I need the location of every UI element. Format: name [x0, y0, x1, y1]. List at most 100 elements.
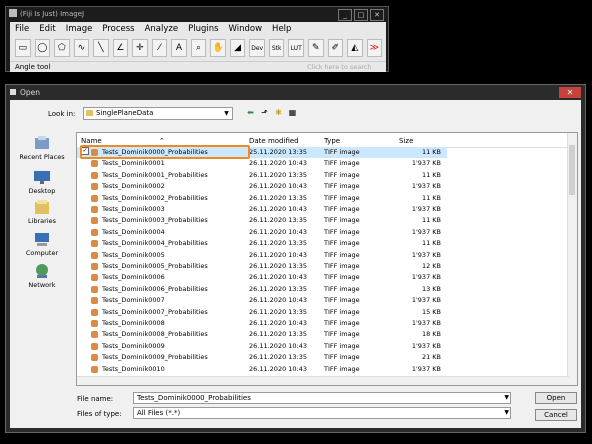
file-row[interactable]: Tests_Dominik0006_Probabilities 26.11.202…	[77, 284, 447, 295]
vertical-scrollbar[interactable]	[567, 133, 577, 385]
place-computer[interactable]: Computer	[14, 231, 70, 257]
file-row[interactable]: Tests_Dominik0009 26.11.2020 10:43 TIFF im…	[77, 341, 447, 352]
look-in-dropdown[interactable]: SinglePlaneData ▼	[83, 107, 233, 120]
menu-file[interactable]: File	[15, 24, 29, 34]
file-date: 26.11.2020 13:35	[249, 216, 308, 225]
back-arrow-icon[interactable]: ⬅	[246, 108, 255, 117]
chevron-down-icon[interactable]: ▼	[504, 393, 509, 403]
file-row[interactable]: Tests_Dominik0001_Probabilities 26.11.202…	[77, 170, 447, 181]
dev-tool[interactable]: Dev	[249, 39, 265, 57]
new-folder-icon[interactable]: ✱	[274, 108, 283, 117]
file-name-input[interactable]: Tests_Dominik0000_Probabilities ▼	[133, 392, 511, 404]
polygon-tool[interactable]: ⬠	[54, 39, 70, 57]
file-row[interactable]: Tests_Dominik0007_Probabilities 26.11.202…	[77, 307, 447, 318]
file-date: 26.11.2020 10:43	[249, 319, 308, 327]
minimize-button[interactable]: _	[338, 9, 352, 21]
file-date: 26.11.2020 13:35	[249, 262, 308, 270]
menu-analyze[interactable]: Analyze	[145, 24, 179, 34]
desktop-icon	[34, 171, 50, 184]
menu-process[interactable]: Process	[102, 24, 134, 34]
file-row[interactable]: Tests_Dominik0003_Probabilities 26.11.202…	[77, 215, 447, 226]
tiff-file-icon	[91, 194, 98, 202]
hand-tool[interactable]: ✋	[210, 39, 226, 57]
open-dialog-body: Look in: SinglePlaneData ▼ ⬅ ⬏ ✱ ▦ Recen…	[10, 100, 581, 428]
open-button[interactable]: Open	[535, 392, 577, 404]
dialog-close-button[interactable]: ✕	[559, 87, 581, 98]
column-name[interactable]: Name	[81, 137, 102, 145]
place-libraries[interactable]: Libraries	[14, 199, 70, 225]
file-type: TIFF image	[324, 353, 360, 362]
place-desktop[interactable]: Desktop	[14, 169, 70, 195]
tiff-file-icon	[91, 171, 98, 179]
angle-tool[interactable]: ∠	[112, 39, 129, 57]
cancel-button[interactable]: Cancel	[535, 409, 577, 421]
file-date: 26.11.2020 10:43	[249, 296, 308, 305]
file-row[interactable]: Tests_Dominik0004_Probabilities 26.11.202…	[77, 238, 447, 249]
pencil-tool[interactable]: ✐	[327, 39, 344, 57]
place-label: Libraries	[27, 217, 57, 225]
menu-window[interactable]: Window	[229, 24, 263, 34]
place-label: Network	[28, 281, 56, 289]
maximize-button[interactable]: □	[354, 9, 368, 21]
freehand-tool[interactable]: ∿	[73, 39, 90, 57]
file-row[interactable]: Tests_Dominik0001 26.11.2020 10:43 TIFF im…	[77, 158, 447, 169]
magnifier-tool[interactable]: ⌕	[190, 39, 207, 57]
file-type: TIFF image	[324, 170, 360, 179]
file-size: 11 KB	[421, 239, 441, 248]
place-recent-places[interactable]: Recent Places	[14, 135, 70, 161]
more-tools[interactable]: ≫	[366, 39, 383, 57]
file-type-select[interactable]: All Files (*.*) ▼	[133, 407, 511, 419]
chevron-down-icon[interactable]: ▼	[504, 408, 509, 418]
file-row[interactable]: Tests_Dominik0010 26.11.2020 10:43 TIFF im…	[77, 364, 447, 375]
file-row[interactable]: Tests_Dominik0006 26.11.2020 10:43 TIFF im…	[77, 272, 447, 283]
up-folder-icon[interactable]: ⬏	[260, 108, 269, 117]
chevron-down-icon[interactable]: ▼	[222, 109, 231, 118]
file-row[interactable]: Tests_Dominik0008 26.11.2020 10:43 TIFF im…	[77, 318, 447, 329]
file-row[interactable]: Tests_Dominik0009_Probabilities 26.11.202…	[77, 352, 447, 363]
menu-image[interactable]: Image	[66, 24, 93, 34]
view-menu-icon[interactable]: ▦	[288, 108, 297, 117]
file-row[interactable]: Tests_Dominik0004 26.11.2020 10:43 TIFF im…	[77, 227, 447, 238]
close-button[interactable]: ✕	[370, 9, 384, 21]
rectangle-tool[interactable]: ▭	[15, 39, 31, 57]
file-row[interactable]: Tests_Dominik0003 26.11.2020 10:43 TIFF im…	[77, 204, 447, 215]
file-row[interactable]: Tests_Dominik0002 26.11.2020 10:43 TIFF im…	[77, 181, 447, 192]
column-size[interactable]: Size	[399, 137, 413, 145]
file-type: TIFF image	[324, 319, 360, 327]
file-row[interactable]: Tests_Dominik0005 26.11.2020 10:43 TIFF im…	[77, 250, 447, 261]
file-list: Name ⌃ Date modified Type Size ✓ Tests_Do…	[76, 132, 578, 386]
search-field[interactable]: Click here to search	[307, 62, 385, 72]
tiff-file-icon	[91, 228, 98, 236]
folder-icon	[86, 110, 93, 116]
file-size: 11 KB	[421, 148, 441, 156]
flood-fill-tool[interactable]: ◭	[347, 39, 363, 57]
menu-help[interactable]: Help	[272, 24, 291, 34]
place-network[interactable]: Network	[14, 263, 70, 289]
wand-tool[interactable]: ⁄	[151, 39, 168, 57]
file-row[interactable]: Tests_Dominik0002_Probabilities 26.11.202…	[77, 193, 447, 204]
libraries-icon	[35, 200, 49, 214]
file-name: Tests_Dominik0005_Probabilities	[102, 262, 208, 270]
file-row[interactable]: Tests_Dominik0007 26.11.2020 10:43 TIFF im…	[77, 295, 447, 306]
line-tool[interactable]: ╲	[93, 39, 109, 57]
file-row[interactable]: Tests_Dominik0005_Probabilities 26.11.202…	[77, 261, 447, 272]
color-picker-tool[interactable]: ◢	[229, 39, 246, 57]
lut-tool[interactable]: LUT	[288, 39, 304, 57]
file-type: TIFF image	[324, 364, 360, 373]
menu-plugins[interactable]: Plugins	[188, 24, 218, 34]
file-row[interactable]: Tests_Dominik0008_Probabilities 26.11.202…	[77, 329, 447, 340]
point-tool[interactable]: ✛	[132, 39, 148, 57]
horizontal-scrollbar[interactable]	[77, 376, 569, 385]
column-date-modified[interactable]: Date modified	[249, 137, 299, 145]
stk-tool[interactable]: Stk	[268, 39, 285, 57]
text-tool[interactable]: A	[171, 39, 187, 57]
menu-edit[interactable]: Edit	[39, 24, 55, 34]
tiff-file-icon	[91, 354, 98, 362]
file-date: 26.11.2020 10:43	[249, 341, 308, 350]
file-size: 1'937 KB	[411, 296, 441, 305]
column-type[interactable]: Type	[324, 137, 340, 145]
sort-arrow-icon: ⌃	[159, 137, 165, 145]
oval-tool[interactable]: ◯	[34, 39, 51, 57]
brush-tool[interactable]: ✎	[307, 39, 324, 57]
scrollbar-thumb[interactable]	[569, 145, 575, 195]
